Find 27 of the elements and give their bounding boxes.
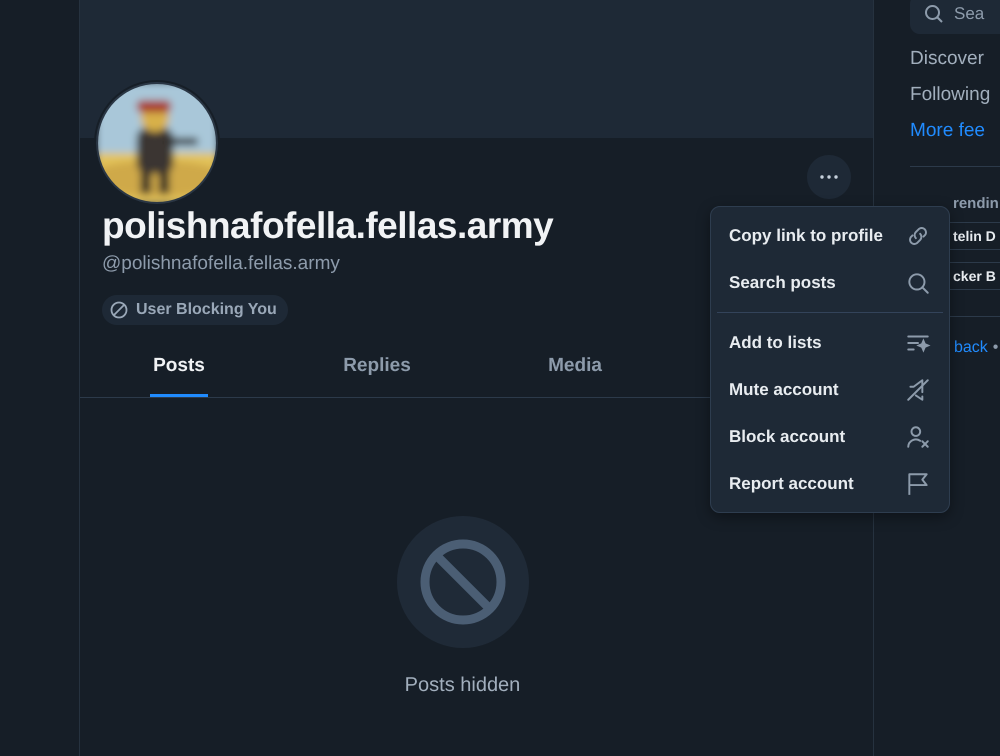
profile-tab[interactable]: Posts <box>80 345 278 397</box>
blocked-icon <box>396 516 528 648</box>
ellipsis-icon <box>820 175 838 179</box>
profile-tab[interactable]: Media <box>476 345 674 397</box>
menu-item[interactable]: Block account <box>711 413 949 460</box>
block-icon <box>110 301 128 319</box>
empty-message: Posts hidden <box>404 674 520 697</box>
menu-item[interactable]: Copy link to profile <box>711 212 949 259</box>
search-icon <box>924 4 944 24</box>
feedback-link[interactable]: back <box>954 339 988 357</box>
user-handle: @polishnafofella.fellas.army <box>102 253 341 275</box>
muted-speaker-icon <box>905 376 931 402</box>
menu-item[interactable]: Search posts <box>711 259 949 306</box>
menu-item[interactable]: Report account <box>711 460 949 507</box>
more-feeds-link[interactable]: More fee <box>910 120 985 142</box>
display-name: polishnafofella.fellas.army <box>102 205 554 247</box>
search-field[interactable]: Sea <box>910 0 1000 34</box>
profile-tab[interactable]: Replies <box>278 345 476 397</box>
trending-heading: rendin <box>953 195 1000 212</box>
feed-link[interactable]: Discover <box>910 48 984 70</box>
menu-item[interactable]: Add to lists <box>711 319 949 366</box>
feed-link[interactable]: Following <box>910 84 990 106</box>
separator-dot: • <box>992 339 998 357</box>
badge-label: User Blocking You <box>136 301 277 319</box>
menu-item[interactable]: Mute account <box>711 366 949 413</box>
more-options-button[interactable] <box>807 155 851 199</box>
person-remove-icon <box>905 424 931 450</box>
